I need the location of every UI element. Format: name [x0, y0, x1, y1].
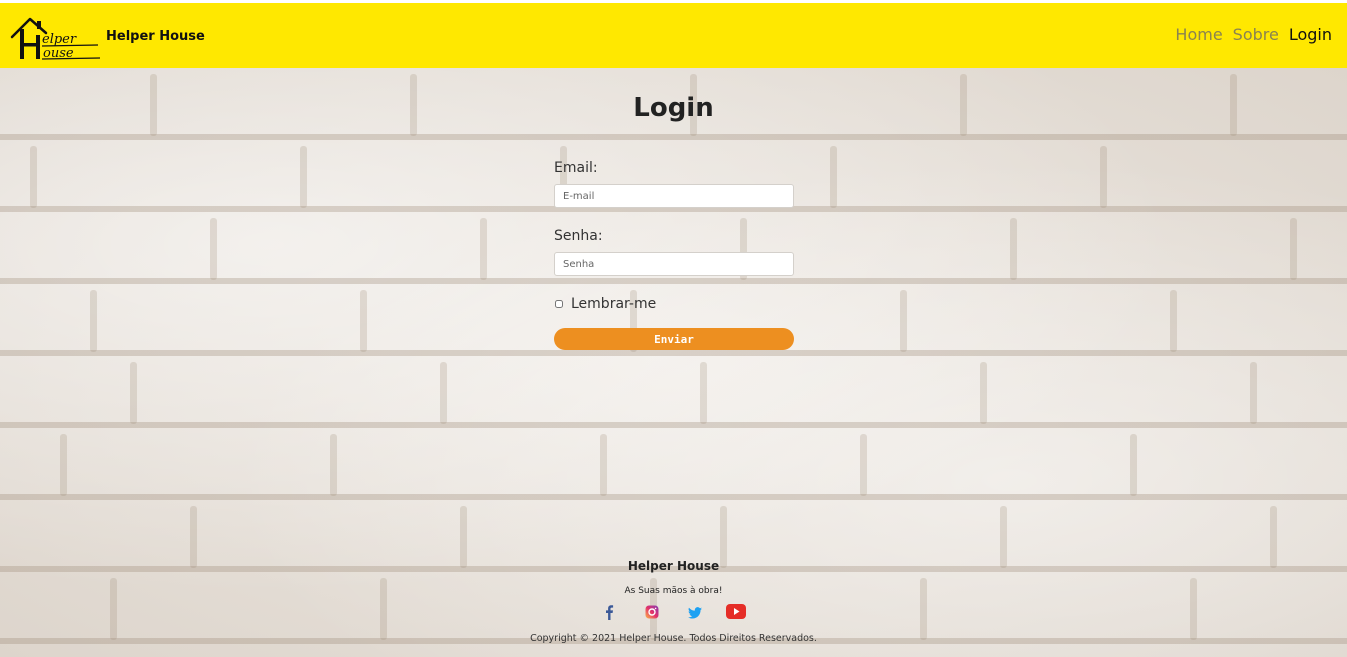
- footer-title: Helper House: [627, 559, 720, 573]
- nav-sobre-link[interactable]: Sobre: [1233, 25, 1279, 44]
- helper-house-logo-icon: elper ouse: [10, 17, 101, 61]
- email-group: Email:: [554, 160, 794, 208]
- remember-row: Lembrar-me: [554, 296, 794, 312]
- password-label: Senha:: [554, 228, 603, 244]
- remember-checkbox[interactable]: [555, 300, 563, 308]
- svg-text:elper: elper: [42, 32, 77, 47]
- nav-home-link[interactable]: Home: [1175, 25, 1222, 44]
- footer-tagline: As Suas mãos à obra!: [624, 586, 723, 596]
- remember-label: Lembrar-me: [571, 296, 657, 312]
- main-nav: Home Sobre Login: [1175, 25, 1332, 44]
- brand[interactable]: elper ouse Helper House: [10, 13, 205, 61]
- password-field[interactable]: [554, 252, 794, 276]
- password-group: Senha:: [554, 228, 794, 276]
- copyright: Copyright © 2021 Helper House. Todos Dir…: [530, 633, 817, 644]
- instagram-icon[interactable]: [645, 604, 659, 623]
- nav-login-link[interactable]: Login: [1289, 25, 1332, 44]
- submit-button[interactable]: Enviar: [554, 328, 794, 350]
- brand-name: Helper House: [106, 28, 205, 44]
- page-title: Login: [633, 93, 714, 123]
- email-field[interactable]: [554, 184, 794, 208]
- navbar: elper ouse Helper House Home Sobre Login: [0, 3, 1347, 68]
- twitter-icon[interactable]: [688, 604, 702, 623]
- login-form: Email: Senha: Lembrar-me Enviar: [554, 160, 794, 350]
- youtube-icon[interactable]: [726, 604, 746, 623]
- email-label: Email:: [554, 160, 598, 176]
- social-links: [600, 604, 750, 622]
- facebook-icon[interactable]: [604, 604, 614, 624]
